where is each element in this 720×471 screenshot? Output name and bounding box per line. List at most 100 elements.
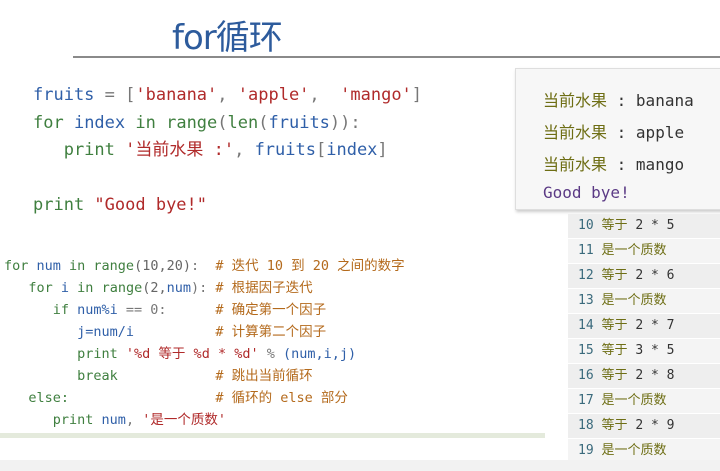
prime-output-list: 10 等于 2 * 5 11 是一个质数 12 等于 2 * 6 13 是一个质数 … [568,214,720,464]
prime-output-n: 19 [578,443,594,458]
prime-output-row: 11 是一个质数 [568,239,720,264]
code-token: # 确定第一个因子 [215,302,327,318]
prime-output-row: 15 等于 3 * 5 [568,339,720,364]
prime-output-expr: 2 * 9 [635,418,675,433]
prime-output-row: 12 等于 2 * 6 [568,264,720,289]
prime-output-row: 17 是一个质数 [568,389,720,414]
prime-output-n: 15 [578,343,594,358]
code-token: in [77,280,102,296]
code-token: , [125,412,143,428]
code-token: j=num/i [4,324,135,340]
code-token: in [69,258,94,274]
code-token: # 根据因子迭代 [207,280,313,296]
prime-output-text: 是一个质数 [601,243,667,258]
code-line: break # 跳出当前循环 [4,365,405,387]
code-token: in [135,112,167,133]
code-token: , [217,85,238,105]
prime-output-text: 是一个质数 [601,293,667,308]
slide-title: for循环 [172,18,283,58]
code-token: # 循环的 else 部分 [215,390,348,406]
code-line: print '%d 等于 %d * %d' % (num,i,j) [4,343,405,365]
prime-output-expr: 2 * 5 [635,218,675,233]
code-token: 'apple' [237,85,310,105]
output-value: mango [635,155,685,174]
code-token: ( [258,112,269,133]
prime-output-row: 10 等于 2 * 5 [568,214,720,239]
prime-output-text: 是一个质数 [601,393,667,408]
output-label: 当前水果 [543,91,608,110]
code-token: 'banana' [135,85,218,105]
prime-output-text: 等于 [601,343,628,358]
output-value: apple [635,123,685,142]
output-label: 当前水果 [543,155,608,174]
code-token: % [258,346,283,362]
code-token: fruits [33,85,95,105]
code-block-divider [0,433,545,438]
code-token: for [4,280,61,296]
prime-output-expr: 2 * 7 [635,318,675,333]
code-token: index [326,140,378,160]
code-token: break [4,368,118,384]
code-token: fruits [268,112,330,133]
prime-output-row: 14 等于 2 * 7 [568,314,720,339]
code-token: "Good bye!" [94,195,208,215]
code-token: ): [190,280,208,296]
prime-output-n: 18 [578,418,594,433]
code-token: len [227,112,259,133]
code-token: print [4,412,102,428]
code-line: print num, '是一个质数' [4,409,405,431]
code-token: range [166,112,218,133]
code-token: )) [329,112,351,133]
code-line: for i in range(2,num): # 根据因子迭代 [4,277,405,299]
code-token: num%i [77,302,118,318]
code-token: [ [125,85,136,105]
code-token: [ [315,140,327,160]
prime-output-expr: 2 * 6 [635,268,675,283]
code-token: , [309,85,341,105]
code-token: # 迭代 10 到 20 之间的数字 [215,258,405,274]
code-token: print [33,140,126,160]
code-token: range [101,280,143,296]
bottom-strip [0,460,720,471]
prime-output-n: 13 [578,293,594,308]
code-token: : [190,258,216,274]
output-line: 当前水果 : banana [543,87,694,111]
code-token: (10,20) [134,258,191,274]
prime-output-n: 16 [578,368,594,383]
code-token: # 跳出当前循环 [215,368,313,384]
code-token: '%d 等于 %d * %d' [125,346,259,362]
prime-output-text: 等于 [601,368,628,383]
prime-output-text: 等于 [601,418,628,433]
prime-output-n: 17 [578,393,594,408]
prime-output-row: 18 等于 2 * 9 [568,414,720,439]
output-goodbye: Good bye! [543,183,630,202]
code-token: index [73,112,136,133]
code-token: : [350,112,361,133]
code-token: i [60,280,78,296]
code-token: '是一个质数' [142,412,226,428]
code-token: fruits [254,140,316,160]
prime-output-text: 等于 [601,268,628,283]
code-line: print '当前水果 :', fruits[index] [33,137,422,165]
prime-output-text: 是一个质数 [601,443,667,458]
prime-output-expr: 2 * 8 [635,368,675,383]
code-line: if num%i == 0: # 确定第一个因子 [4,299,405,321]
code-token: print [4,346,126,362]
prime-output-text: 等于 [601,318,628,333]
output-line: 当前水果 : mango [543,151,684,175]
code-line: for index in range(len(fruits)): [33,110,422,138]
prime-output-n: 11 [578,243,594,258]
prime-output-n: 14 [578,318,594,333]
code-token: , [234,140,255,160]
output-label: 当前水果 [543,123,608,142]
code-token: num [166,280,191,296]
code-token: (num,i,j) [282,346,357,362]
prime-output-expr: 3 * 5 [635,343,675,358]
code-line: print "Good bye!" [33,192,422,220]
output-line: 当前水果 : apple [543,119,684,143]
code-line: for num in range(10,20): # 迭代 10 到 20 之间… [4,255,405,277]
